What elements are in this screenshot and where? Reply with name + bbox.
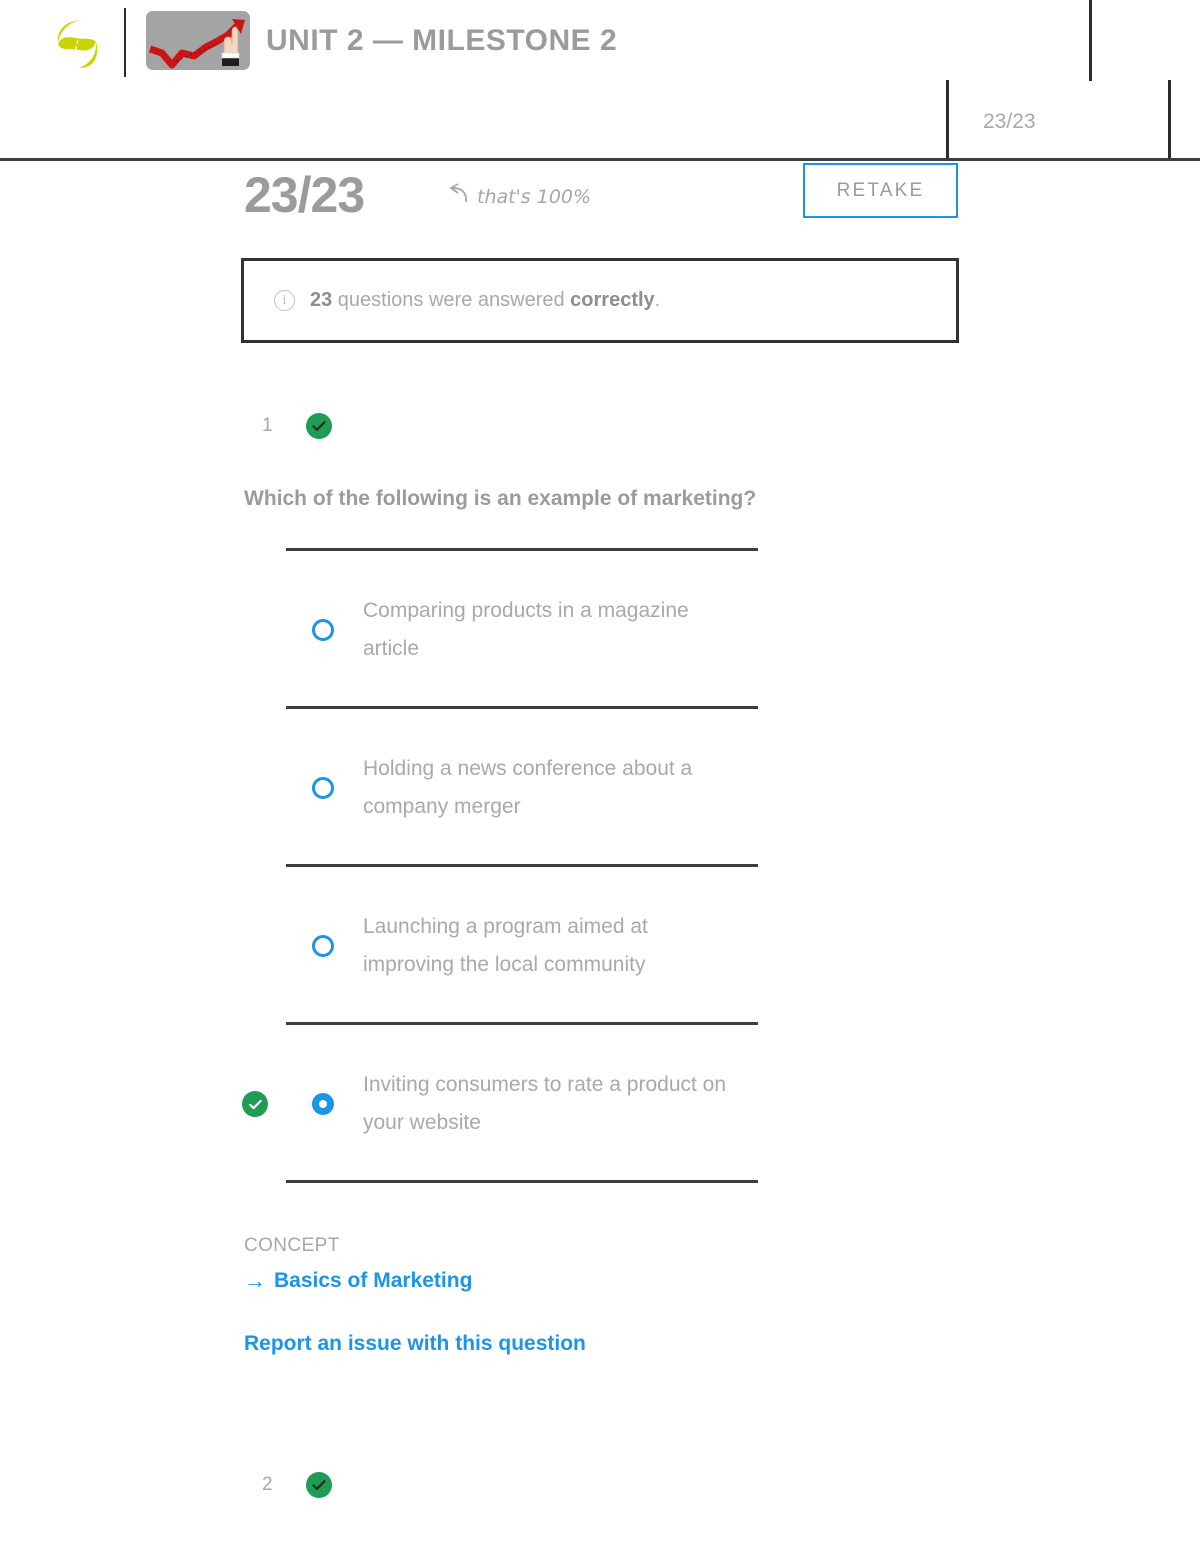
answer-option-label: Comparing products in a magazine article <box>363 599 689 660</box>
header-bottom-rule <box>0 158 1200 161</box>
score-note: that's 100% <box>446 183 591 210</box>
concept-link-label: Basics of Marketing <box>274 1269 473 1292</box>
answer-option[interactable]: Launching a program aimed at improving t… <box>286 864 758 1022</box>
header-divider-left <box>124 8 126 77</box>
concept-section: CONCEPT → Basics of Marketing <box>0 1235 1200 1294</box>
radio-unchecked-icon[interactable] <box>312 777 334 799</box>
curved-reply-arrow-icon <box>446 183 470 210</box>
concept-link[interactable]: → Basics of Marketing <box>244 1268 1200 1294</box>
check-circle-icon <box>306 1472 332 1498</box>
report-issue-link[interactable]: Report an issue with this question <box>0 1332 1200 1356</box>
question-block: 1 Which of the following is an example o… <box>0 409 1200 1356</box>
question-header: 1 <box>0 409 1200 443</box>
radio-checked-icon[interactable] <box>312 1093 334 1115</box>
radio-unchecked-icon[interactable] <box>312 619 334 641</box>
info-text-after: . <box>654 289 661 311</box>
app-header: UNIT 2 — MILESTONE 2 23/23 <box>0 0 1200 161</box>
info-text-before: questions were answered <box>332 289 571 311</box>
question-number: 1 <box>262 415 273 436</box>
retake-button[interactable]: RETAKE <box>803 163 958 218</box>
sophia-logo-icon[interactable] <box>55 18 99 70</box>
answer-options: Comparing products in a magazine article… <box>0 548 1200 1183</box>
question-block: 2 <box>0 1468 1200 1502</box>
result-info-text: 23 questions were answered correctly. <box>310 289 660 312</box>
question-header: 2 <box>0 1468 1200 1502</box>
answer-option-label: Inviting consumers to rate a product on … <box>363 1073 727 1134</box>
answer-option[interactable]: Holding a news conference about a compan… <box>286 706 758 864</box>
score-note-text: that's 100% <box>477 185 592 208</box>
header-score-divider-right <box>1168 80 1171 160</box>
answer-option-label: Holding a news conference about a compan… <box>363 757 693 818</box>
info-text-emphasis: correctly <box>570 289 655 311</box>
page-title: UNIT 2 — MILESTONE 2 <box>266 24 618 57</box>
result-info-banner: i 23 questions were answered correctly. <box>241 258 959 343</box>
answer-option-label: Launching a program aimed at improving t… <box>363 915 648 976</box>
radio-unchecked-icon[interactable] <box>312 935 334 957</box>
answer-option[interactable]: Comparing products in a magazine article <box>286 548 758 706</box>
question-prompt: Which of the following is an example of … <box>244 487 757 510</box>
score-value: 23/23 <box>244 167 365 223</box>
concept-kicker: CONCEPT <box>244 1235 340 1256</box>
growth-chart-thumbnail <box>146 11 250 70</box>
arrow-right-icon: → <box>244 1268 266 1293</box>
header-score-divider-left <box>946 80 949 160</box>
question-number: 2 <box>262 1474 273 1495</box>
header-divider-tall <box>1089 0 1092 81</box>
check-circle-icon <box>306 413 332 439</box>
check-circle-icon <box>242 1091 268 1117</box>
info-circle-icon: i <box>274 290 295 311</box>
header-score-badge: 23/23 <box>983 110 1036 133</box>
correct-count: 23 <box>310 289 333 311</box>
answer-option-selected[interactable]: Inviting consumers to rate a product on … <box>242 1022 758 1180</box>
